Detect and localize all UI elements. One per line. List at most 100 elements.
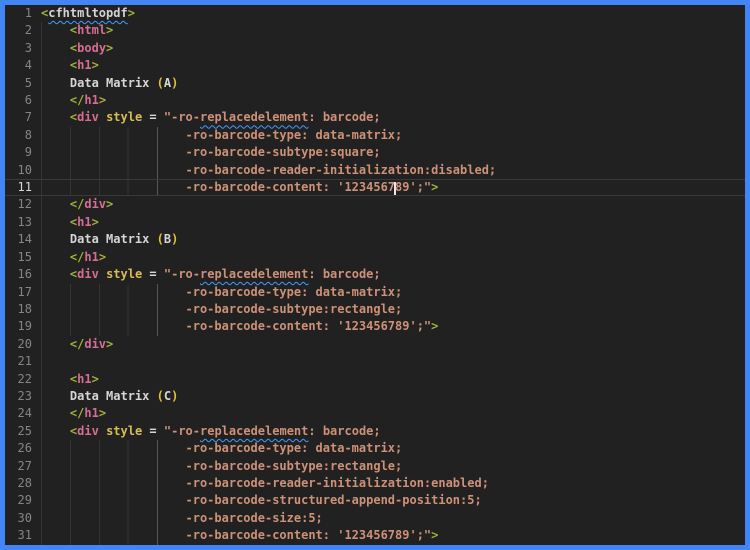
- code-token: -ro-barcode-type: data-matrix;: [185, 441, 403, 456]
- line-number[interactable]: 15: [5, 249, 41, 266]
- line-number[interactable]: 23: [5, 388, 41, 405]
- line-number[interactable]: 11: [5, 180, 41, 195]
- code-token: >: [91, 371, 99, 386]
- line-number[interactable]: 30: [5, 510, 41, 527]
- code-line[interactable]: 20 </div>: [5, 335, 745, 354]
- code-token: -ro-barcode-content: '123456789';": [185, 319, 432, 334]
- code-token: -ro-barcode-size:5;: [185, 510, 323, 525]
- code-line[interactable]: 9 -ro-barcode-subtype:square;: [5, 144, 745, 162]
- code-token: >: [127, 6, 135, 20]
- code-line[interactable]: 21: [5, 353, 745, 371]
- code-token: B: [163, 232, 172, 247]
- code-content: -ro-barcode-content: '123456789';">: [41, 180, 745, 196]
- code-line[interactable]: 31 -ro-barcode-content: '123456789';">: [5, 527, 745, 545]
- code-token: Data Matrix: [41, 232, 157, 247]
- line-number[interactable]: 14: [5, 231, 41, 248]
- line-number[interactable]: 31: [5, 527, 41, 544]
- code-line[interactable]: 30 -ro-barcode-size:5;: [5, 509, 745, 528]
- code-line[interactable]: 15 </h1>: [5, 248, 745, 267]
- code-token: >: [106, 197, 114, 212]
- line-number[interactable]: 9: [5, 144, 41, 161]
- code-token: C: [163, 388, 172, 403]
- code-line[interactable]: 23 Data Matrix (C): [5, 387, 745, 406]
- line-number[interactable]: 28: [5, 475, 41, 492]
- line-number[interactable]: 16: [5, 266, 41, 283]
- line-number[interactable]: 1: [5, 5, 41, 22]
- line-number[interactable]: 29: [5, 492, 41, 509]
- code-token: h1: [84, 93, 99, 108]
- code-token: (: [156, 75, 164, 90]
- code-content: <h1>: [41, 371, 745, 388]
- code-line[interactable]: 7 <div style = "-ro-replacedelement: bar…: [5, 109, 745, 127]
- code-content: </div>: [41, 196, 745, 213]
- line-number[interactable]: 5: [5, 75, 41, 92]
- code-line[interactable]: 27 -ro-barcode-subtype:rectangle;: [5, 457, 745, 475]
- code-line[interactable]: 10 -ro-barcode-reader-initialization:dis…: [5, 161, 745, 180]
- line-number[interactable]: 3: [5, 40, 41, 57]
- code-line[interactable]: 17 -ro-barcode-type: data-matrix;: [5, 283, 745, 301]
- line-number[interactable]: 21: [5, 353, 41, 370]
- line-number[interactable]: 17: [5, 284, 41, 301]
- code-line[interactable]: 8 -ro-barcode-type: data-matrix;: [5, 126, 745, 145]
- code-line[interactable]: 2 <html>: [5, 22, 745, 40]
- line-number[interactable]: 24: [5, 405, 41, 422]
- line-number[interactable]: 27: [5, 458, 41, 475]
- line-number[interactable]: 20: [5, 336, 41, 353]
- code-token: replacedelement: [200, 423, 309, 438]
- line-number[interactable]: 13: [5, 214, 41, 231]
- code-line[interactable]: 24 </h1>: [5, 405, 745, 423]
- code-line[interactable]: 6 </h1>: [5, 92, 745, 110]
- code-line[interactable]: 29 -ro-barcode-structured-append-positio…: [5, 492, 745, 510]
- line-number[interactable]: 4: [5, 57, 41, 74]
- code-line[interactable]: 4 <h1>: [5, 57, 745, 75]
- line-number[interactable]: 19: [5, 318, 41, 335]
- code-line[interactable]: 11 -ro-barcode-content: '123456789';">: [5, 179, 745, 197]
- code-line[interactable]: 16 <div style = "-ro-replacedelement: ba…: [5, 266, 745, 284]
- code-token: -ro-barcode-reader-initialization:enable…: [185, 475, 489, 490]
- code-line[interactable]: 1 <cfhtmltopdf>: [5, 5, 745, 22]
- code-editor-window: 1 <cfhtmltopdf> 2 <html> 3 <body> 4 <h1> 5 Da…: [0, 0, 750, 550]
- code-line[interactable]: 18 -ro-barcode-subtype:rectangle;: [5, 300, 745, 319]
- code-line[interactable]: 28 -ro-barcode-reader-initialization:ena…: [5, 474, 745, 493]
- code-token: h1: [77, 58, 92, 73]
- code-token: div: [77, 423, 99, 438]
- line-number[interactable]: 12: [5, 196, 41, 213]
- line-number[interactable]: 7: [5, 109, 41, 126]
- line-number[interactable]: 18: [5, 301, 41, 318]
- code-token: style: [106, 423, 143, 438]
- code-token: >: [431, 319, 439, 334]
- line-number[interactable]: 25: [5, 423, 41, 440]
- line-number[interactable]: 22: [5, 371, 41, 388]
- code-token: >: [106, 336, 114, 351]
- code-token: -ro-barcode-reader-initialization:disabl…: [185, 162, 497, 177]
- code-token: >: [98, 93, 107, 108]
- code-token: ): [171, 388, 179, 403]
- code-line[interactable]: 13 <h1>: [5, 213, 745, 232]
- line-number[interactable]: 8: [5, 127, 41, 144]
- code-line[interactable]: 25 <div style = "-ro-replacedelement: ba…: [5, 422, 745, 441]
- line-number[interactable]: 10: [5, 162, 41, 179]
- code-line[interactable]: 12 </div>: [5, 196, 745, 214]
- code-line[interactable]: 3 <body>: [5, 39, 745, 58]
- code-token: >: [98, 249, 107, 264]
- line-number[interactable]: 2: [5, 22, 41, 39]
- line-number[interactable]: 6: [5, 92, 41, 109]
- code-line[interactable]: 26 -ro-barcode-type: data-matrix;: [5, 440, 745, 458]
- code-token: =: [142, 267, 164, 282]
- code-content: [41, 353, 745, 370]
- code-line[interactable]: 5 Data Matrix (A): [5, 74, 745, 93]
- code-line[interactable]: 22 <h1>: [5, 370, 745, 388]
- code-line[interactable]: 14 Data Matrix (B): [5, 231, 745, 249]
- code-line[interactable]: 19 -ro-barcode-content: '123456789';">: [5, 318, 745, 336]
- line-number[interactable]: 26: [5, 440, 41, 457]
- code-token: >: [431, 180, 439, 195]
- code-editor[interactable]: 1 <cfhtmltopdf> 2 <html> 3 <body> 4 <h1> 5 Da…: [5, 5, 745, 545]
